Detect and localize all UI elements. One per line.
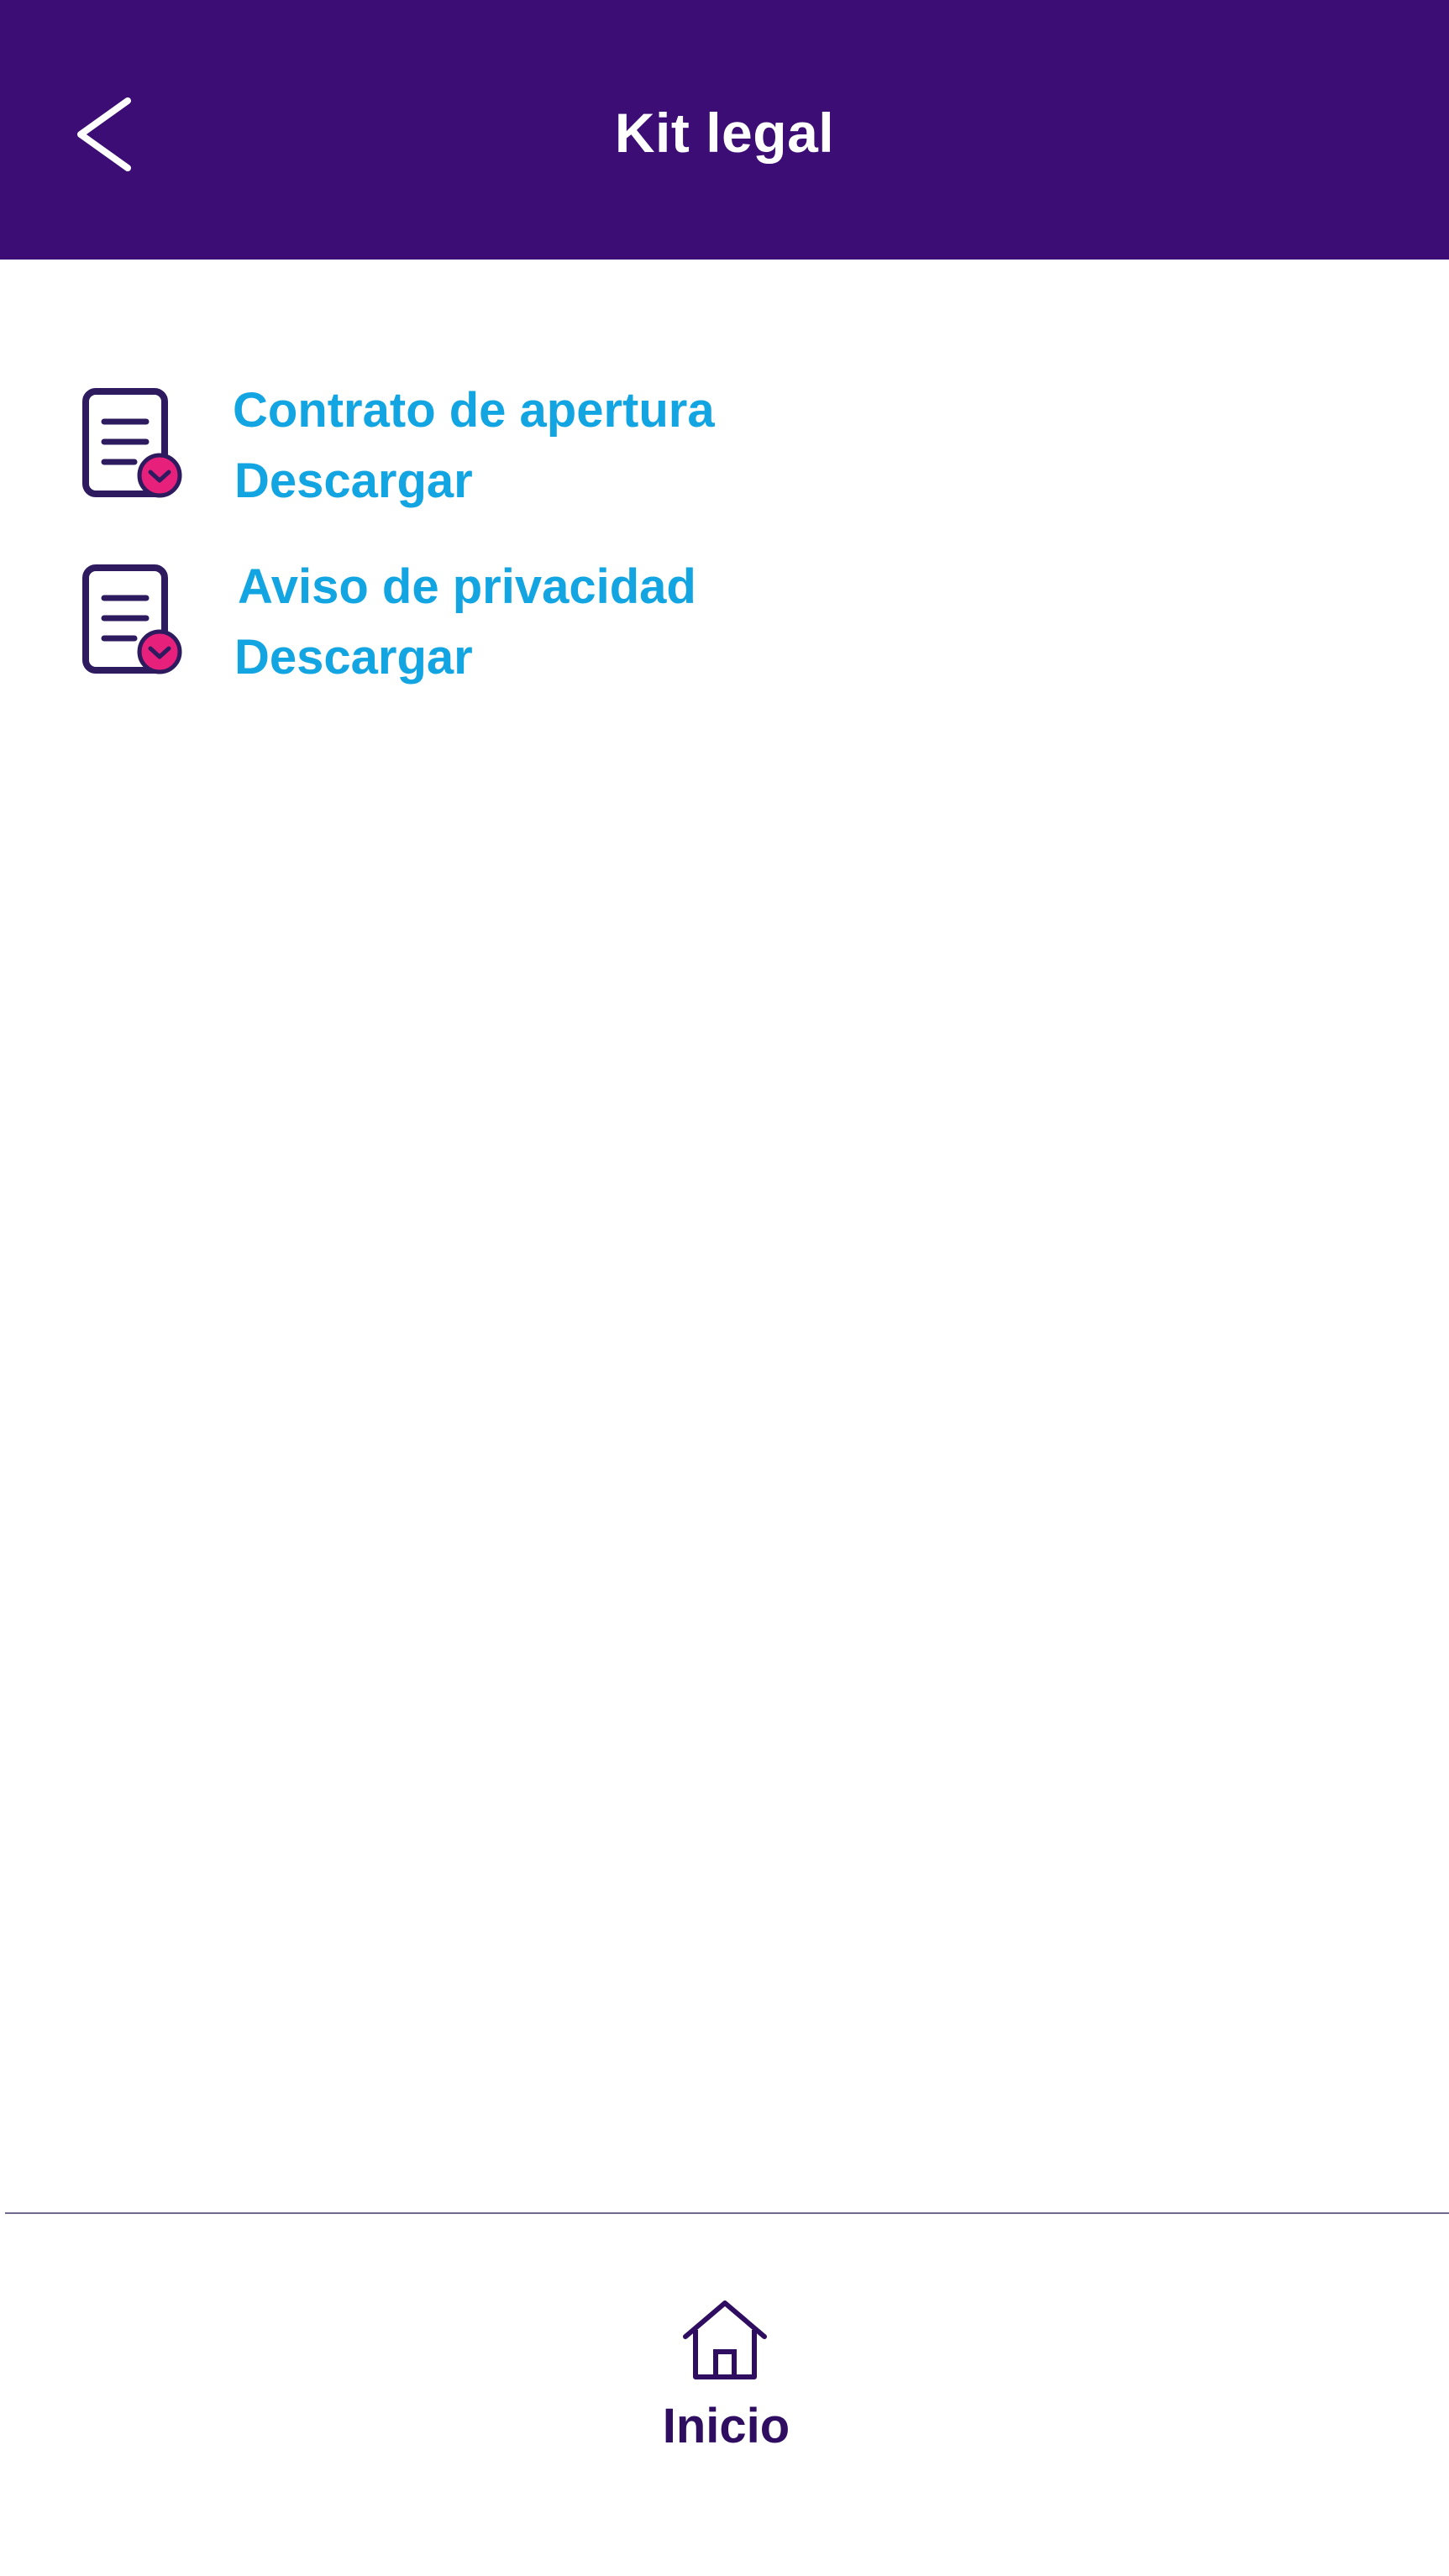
document-title: Contrato de apertura bbox=[233, 383, 715, 438]
home-icon bbox=[683, 2301, 767, 2379]
nav-item-label: Inicio bbox=[662, 2399, 790, 2453]
app-screen: Kit legal Contrato de apertura Descargar bbox=[0, 0, 1449, 2576]
bottom-navigation: Inicio bbox=[0, 2214, 1449, 2576]
list-item-aviso: Aviso de privacidad Descargar bbox=[0, 546, 1449, 697]
download-link[interactable]: Descargar bbox=[234, 452, 473, 511]
nav-item-inicio[interactable]: Inicio bbox=[640, 2298, 808, 2466]
list-item-contrato: Contrato de apertura Descargar bbox=[0, 370, 1449, 521]
top-bar: Kit legal bbox=[0, 0, 1449, 260]
download-link[interactable]: Descargar bbox=[234, 628, 473, 687]
document-download-icon bbox=[82, 388, 182, 498]
page-title: Kit legal bbox=[614, 102, 835, 164]
document-title: Aviso de privacidad bbox=[238, 559, 696, 614]
document-download-icon bbox=[82, 564, 182, 674]
